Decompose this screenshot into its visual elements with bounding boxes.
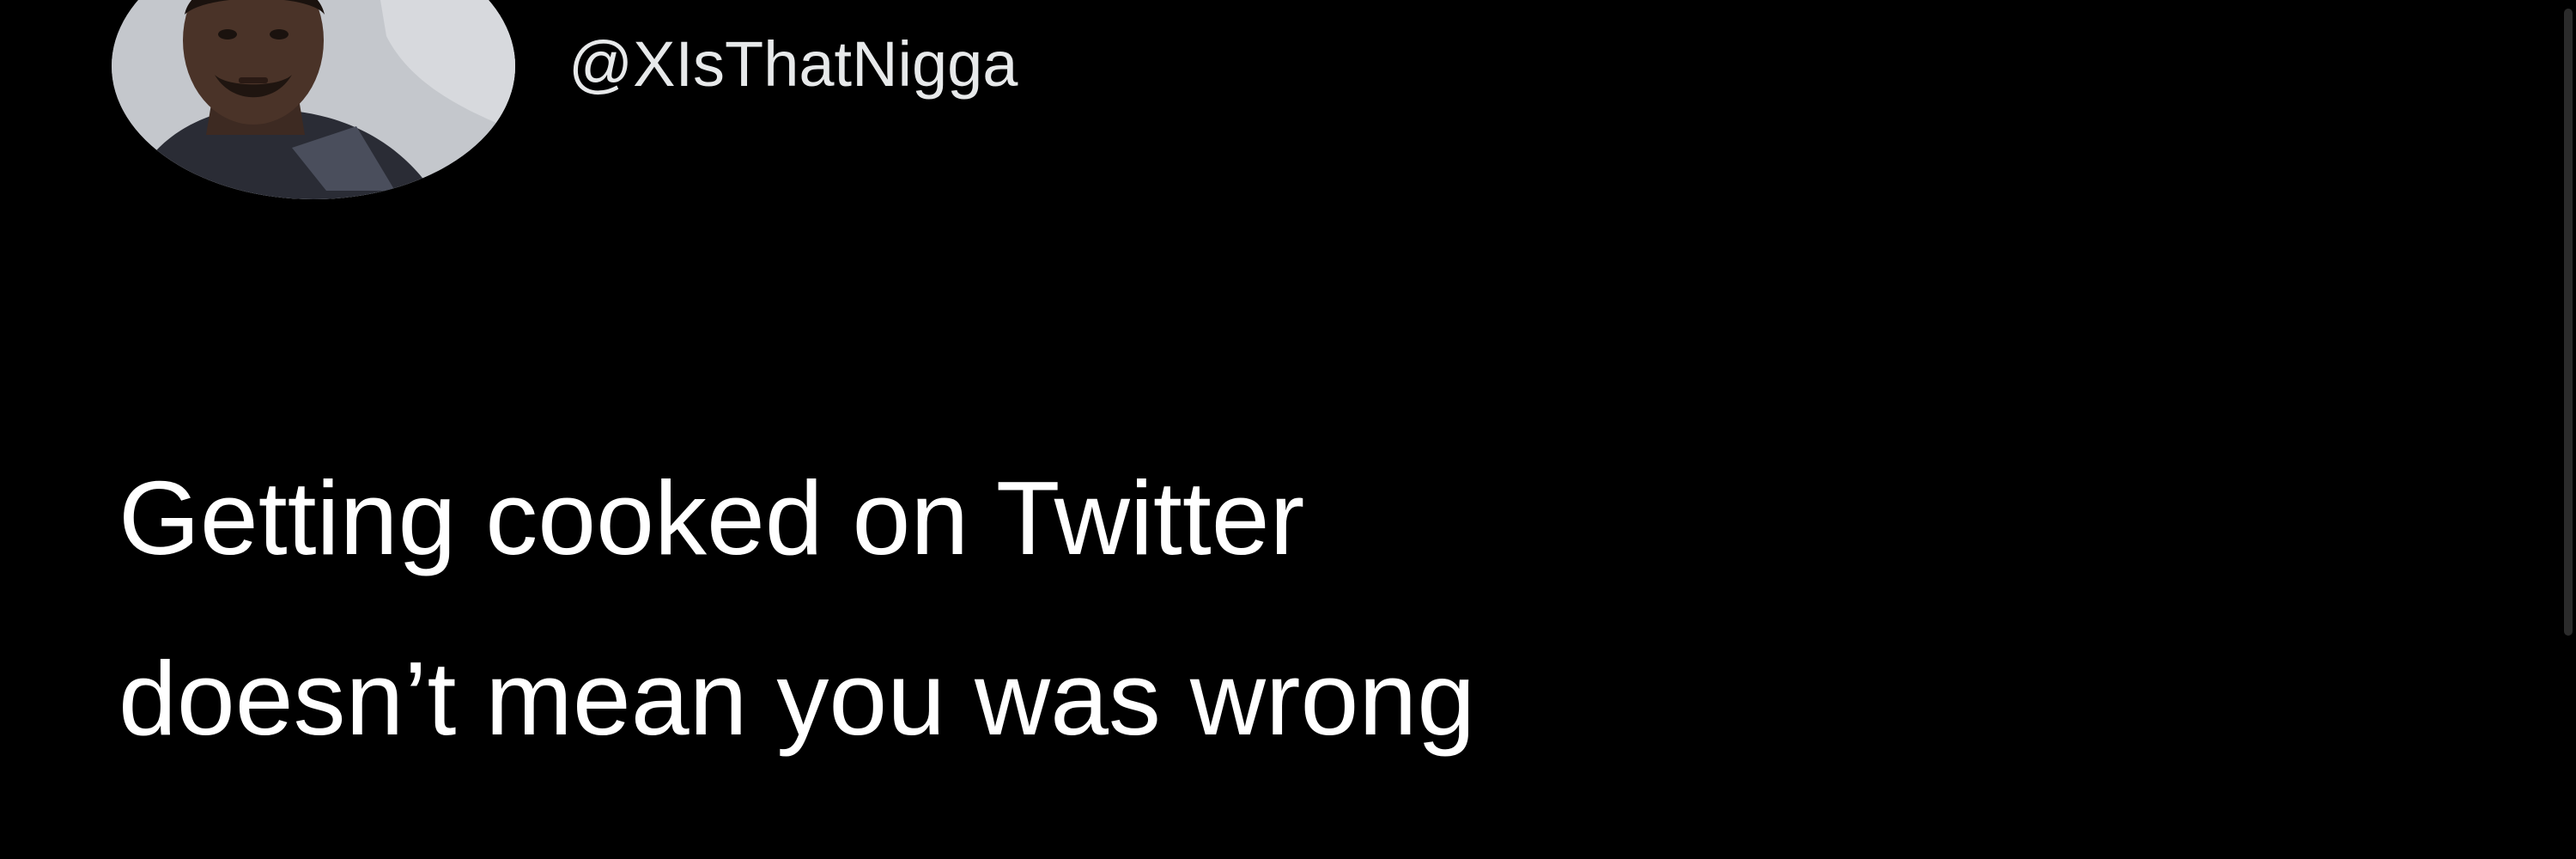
avatar-photo-icon xyxy=(112,0,515,199)
tweet-screenshot: @XIsThatNigga Getting cooked on Twitter … xyxy=(0,0,2576,859)
tweet-text-line: Getting cooked on Twitter xyxy=(118,460,1305,576)
avatar[interactable] xyxy=(112,0,515,199)
username-handle[interactable]: @XIsThatNigga xyxy=(568,33,1018,96)
tweet-text-line: doesn’t mean you was wrong xyxy=(118,640,1476,757)
scrollbar-thumb[interactable] xyxy=(2564,9,2573,636)
scrollbar-track[interactable] xyxy=(2561,0,2576,636)
tweet-body: Getting cooked on Twitter doesn’t mean y… xyxy=(118,428,2351,789)
